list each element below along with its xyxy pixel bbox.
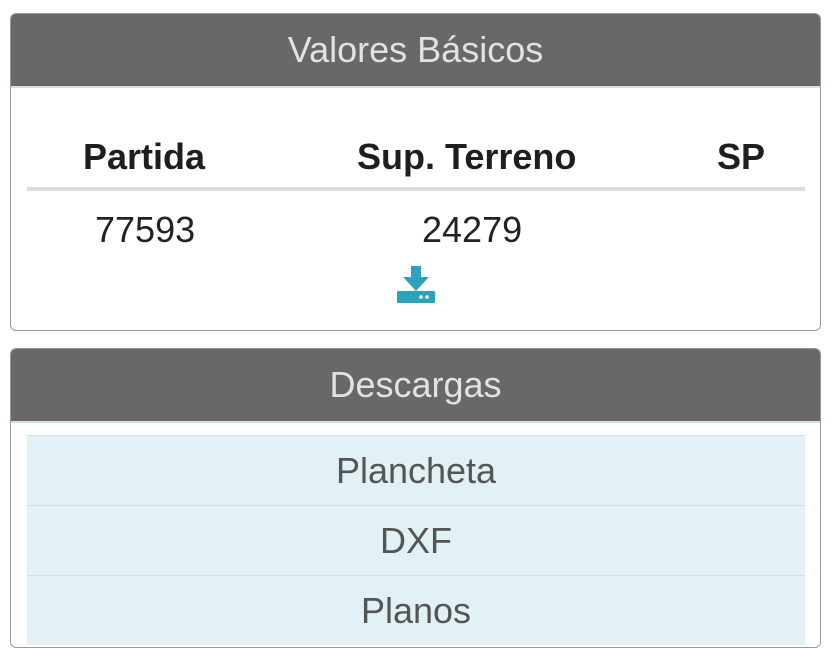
descargas-list: Plancheta DXF Planos — [27, 435, 805, 645]
column-header-sp: SP — [717, 136, 766, 177]
column-header-sup-terreno: Sup. Terreno — [357, 136, 577, 177]
download-link-plancheta[interactable]: Plancheta — [27, 435, 805, 505]
download-link-dxf[interactable]: DXF — [27, 505, 805, 575]
download-link-planos[interactable]: Planos — [27, 575, 805, 645]
descargas-header: Descargas — [11, 349, 820, 423]
cell-partida: 77593 — [95, 209, 196, 250]
column-header-partida: Partida — [83, 136, 206, 177]
valores-basicos-table: Partida Sup. Terreno SP 77593 24279 — [27, 114, 805, 261]
download-icon[interactable] — [395, 266, 437, 304]
valores-basicos-header: Valores Básicos — [11, 14, 820, 88]
table-header-row: Partida Sup. Terreno SP — [27, 114, 805, 191]
cell-sup-terreno: 24279 — [422, 209, 523, 250]
valores-basicos-panel: Valores Básicos Partida Sup. Terreno SP … — [10, 13, 821, 331]
descargas-panel: Descargas Plancheta DXF Planos — [10, 348, 821, 648]
table-row: 77593 24279 — [27, 191, 805, 261]
